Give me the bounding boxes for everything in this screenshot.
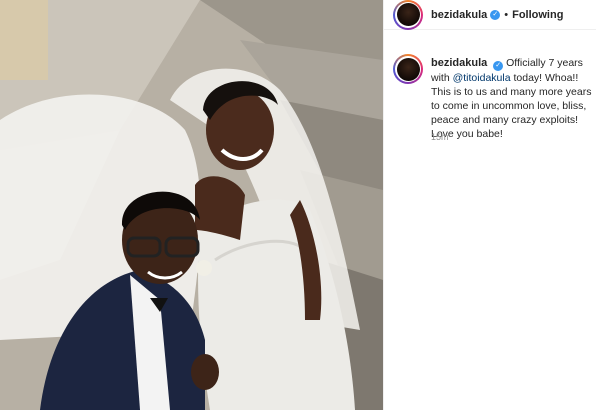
caption-text: bezidakula ✓ Officially 7 years with @ti… bbox=[431, 54, 593, 141]
caption-avatar[interactable] bbox=[393, 54, 423, 84]
caption-username[interactable]: bezidakula bbox=[431, 57, 487, 69]
wedding-photo-illustration bbox=[0, 0, 383, 410]
post-timestamp[interactable]: 15m bbox=[431, 132, 449, 142]
post-side-panel: bezidakula ✓ • Following bezidakula ✓ Of… bbox=[383, 0, 596, 410]
mention-link[interactable]: @titoidakula bbox=[453, 72, 511, 84]
post-header: bezidakula ✓ • Following bbox=[384, 0, 596, 30]
following-button[interactable]: Following bbox=[512, 9, 563, 21]
header-username[interactable]: bezidakula bbox=[431, 9, 487, 21]
verified-badge-icon: ✓ bbox=[493, 61, 504, 71]
profile-avatar bbox=[396, 57, 420, 81]
post-photo[interactable] bbox=[0, 0, 383, 410]
post-caption: bezidakula ✓ Officially 7 years with @ti… bbox=[393, 54, 593, 141]
profile-avatar bbox=[396, 3, 420, 26]
verified-badge-icon: ✓ bbox=[490, 9, 501, 20]
separator-dot: • bbox=[504, 8, 509, 21]
header-avatar[interactable] bbox=[393, 0, 423, 30]
